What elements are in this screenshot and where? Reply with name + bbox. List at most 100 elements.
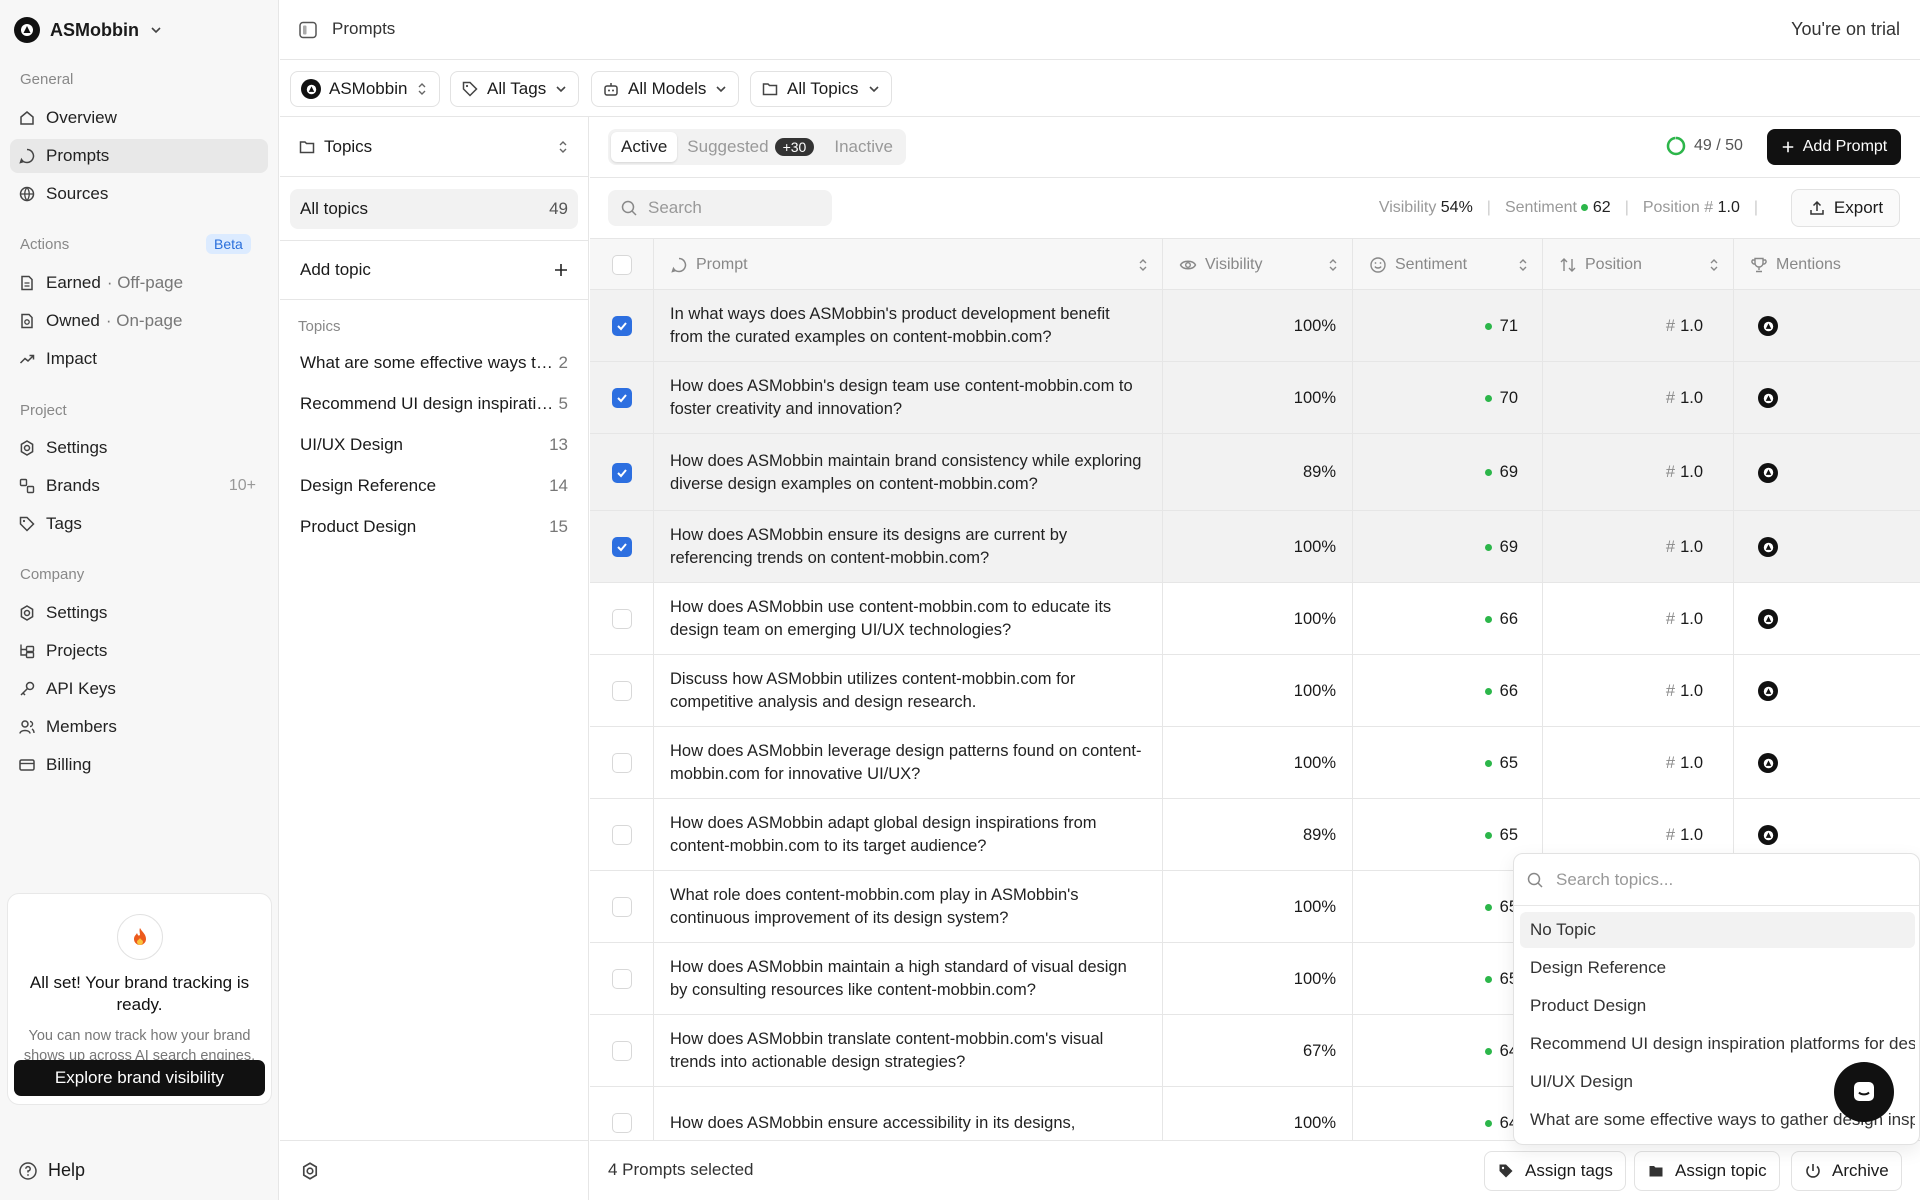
topic-item[interactable]: What are some effective ways to gather d…	[300, 348, 568, 378]
sidebar-toggle-icon[interactable]	[298, 20, 318, 40]
sentiment-dot-icon	[1484, 322, 1492, 330]
tab-suggested[interactable]: Suggested +30	[677, 132, 824, 162]
table-row[interactable]: In what ways does ASMobbin's product dev…	[590, 290, 1920, 362]
nav-sources[interactable]: Sources	[10, 177, 268, 211]
tab-inactive[interactable]: Inactive	[824, 132, 903, 162]
dropdown-option[interactable]: Recommend UI design inspiration platform…	[1520, 1026, 1915, 1062]
header-mentions[interactable]: Mentions	[1734, 239, 1920, 291]
metric-value: 54%	[1440, 199, 1473, 216]
topics-filter[interactable]: All Topics	[750, 71, 892, 107]
nav-projects[interactable]: Projects	[10, 634, 268, 668]
table-row[interactable]: Discuss how ASMobbin utilizes content-mo…	[590, 655, 1920, 727]
add-prompt-button[interactable]: Add Prompt	[1767, 129, 1901, 165]
dropdown-option[interactable]: No Topic	[1520, 912, 1915, 948]
assign-topic-button[interactable]: Assign topic	[1634, 1151, 1780, 1191]
prompt-text[interactable]: How does ASMobbin adapt global design in…	[654, 799, 1163, 871]
export-button[interactable]: Export	[1791, 189, 1900, 227]
chat-support-button[interactable]	[1834, 1062, 1894, 1122]
explore-visibility-button[interactable]: Explore brand visibility	[14, 1060, 265, 1096]
row-checkbox[interactable]	[611, 537, 632, 557]
hash-symbol: #	[1665, 388, 1676, 407]
row-checkbox[interactable]	[611, 897, 632, 917]
prompt-text[interactable]: How does ASMobbin ensure its designs are…	[654, 511, 1163, 583]
hash-symbol: #	[1665, 463, 1676, 481]
key-icon	[20, 681, 35, 696]
help-link[interactable]: Help	[18, 1160, 85, 1181]
gear-icon[interactable]	[300, 1161, 320, 1181]
workspace-switcher[interactable]: ASMobbin	[14, 16, 163, 44]
table-row[interactable]: How does ASMobbin's design team use cont…	[590, 362, 1920, 434]
header-select-all[interactable]	[590, 239, 654, 291]
nav-members[interactable]: Members	[10, 710, 268, 744]
table-row[interactable]: How does ASMobbin maintain brand consist…	[590, 434, 1920, 511]
row-checkbox[interactable]	[611, 316, 632, 336]
row-checkbox[interactable]	[611, 462, 632, 483]
nav-earned[interactable]: Earned · Off-page	[10, 266, 268, 300]
models-filter[interactable]: All Models	[591, 71, 740, 107]
prompt-text[interactable]: How does ASMobbin's design team use cont…	[654, 362, 1163, 434]
prompt-text[interactable]: What role does content-mobbin.com play i…	[654, 871, 1163, 943]
topic-item[interactable]: UI/UX Design 13	[300, 430, 568, 460]
topic-item[interactable]: Recommend UI design inspiration platform…	[300, 389, 568, 419]
assign-tags-button[interactable]: Assign tags	[1484, 1151, 1626, 1191]
nav-api-keys[interactable]: API Keys	[10, 672, 268, 706]
nav-billing[interactable]: Billing	[10, 748, 268, 782]
prompt-text[interactable]: How does ASMobbin maintain a high standa…	[654, 943, 1163, 1015]
status-tabs: Active Suggested +30 Inactive	[608, 129, 906, 165]
topic-item[interactable]: Design Reference 14	[300, 471, 568, 501]
table-row[interactable]: How does ASMobbin use content-mobbin.com…	[590, 583, 1920, 655]
header-prompt[interactable]: Prompt	[654, 239, 1163, 291]
header-sentiment[interactable]: Sentiment	[1353, 239, 1543, 291]
row-checkbox[interactable]	[611, 753, 632, 773]
nav-project-settings[interactable]: Settings	[10, 431, 268, 465]
row-checkbox[interactable]	[611, 1113, 632, 1133]
position-cell: #1.0	[1543, 290, 1734, 362]
row-checkbox[interactable]	[611, 681, 632, 701]
nav-company-settings[interactable]: Settings	[10, 596, 268, 630]
search-icon	[621, 200, 637, 216]
nav-tags[interactable]: Tags	[10, 507, 268, 541]
prompt-text[interactable]: Discuss how ASMobbin utilizes content-mo…	[654, 655, 1163, 727]
section-label-project: Project	[20, 402, 67, 419]
dropdown-option[interactable]: Product Design	[1520, 988, 1915, 1024]
nav-brands[interactable]: Brands 10+	[10, 469, 268, 503]
prompt-text[interactable]: How does ASMobbin leverage design patter…	[654, 727, 1163, 799]
nav-overview[interactable]: Overview	[10, 101, 268, 135]
tab-active[interactable]: Active	[611, 132, 678, 162]
row-checkbox[interactable]	[611, 388, 632, 408]
topics-selector[interactable]: Topics	[280, 117, 588, 177]
prompt-text[interactable]: How does ASMobbin translate content-mobb…	[654, 1015, 1163, 1087]
trial-status[interactable]: You're on trial	[1791, 19, 1900, 40]
hash-symbol: #	[1665, 825, 1676, 844]
prompt-text[interactable]: In what ways does ASMobbin's product dev…	[654, 290, 1163, 362]
select-all-checkbox[interactable]	[611, 255, 632, 275]
table-row[interactable]: How does ASMobbin leverage design patter…	[590, 727, 1920, 799]
filter-bar: ASMobbin All Tags All Models All Topics	[280, 61, 1920, 117]
nav-owned[interactable]: Owned · On-page	[10, 304, 268, 338]
check-icon	[616, 394, 627, 403]
archive-button[interactable]: Archive	[1791, 1151, 1902, 1191]
nav-label: Tags	[46, 514, 82, 533]
prompt-text[interactable]: How does ASMobbin maintain brand consist…	[654, 434, 1163, 511]
tags-filter[interactable]: All Tags	[450, 71, 580, 107]
header-position[interactable]: Position	[1543, 239, 1734, 291]
nav-impact[interactable]: Impact	[10, 342, 268, 376]
row-checkbox[interactable]	[611, 825, 632, 845]
table-row[interactable]: How does ASMobbin ensure its designs are…	[590, 511, 1920, 583]
search-input[interactable]: Search	[608, 190, 832, 226]
row-select-cell	[590, 511, 654, 583]
topic-item[interactable]: Product Design 15	[300, 512, 568, 542]
row-checkbox[interactable]	[611, 1041, 632, 1061]
all-topics-item[interactable]: All topics 49	[290, 189, 578, 229]
prompt-text[interactable]: How does ASMobbin use content-mobbin.com…	[654, 583, 1163, 655]
row-checkbox[interactable]	[611, 609, 632, 629]
header-visibility[interactable]: Visibility	[1163, 239, 1353, 291]
topic-search-input[interactable]: Search topics...	[1514, 854, 1919, 906]
dropdown-option[interactable]: Design Reference	[1520, 950, 1915, 986]
add-topic-button[interactable]: Add topic	[280, 240, 589, 300]
nav-sublabel: · Off-page	[106, 273, 184, 292]
brand-filter[interactable]: ASMobbin	[290, 71, 441, 107]
nav-prompts[interactable]: Prompts	[10, 139, 268, 173]
brand-mention-icon	[1758, 388, 1778, 408]
row-checkbox[interactable]	[611, 969, 632, 989]
